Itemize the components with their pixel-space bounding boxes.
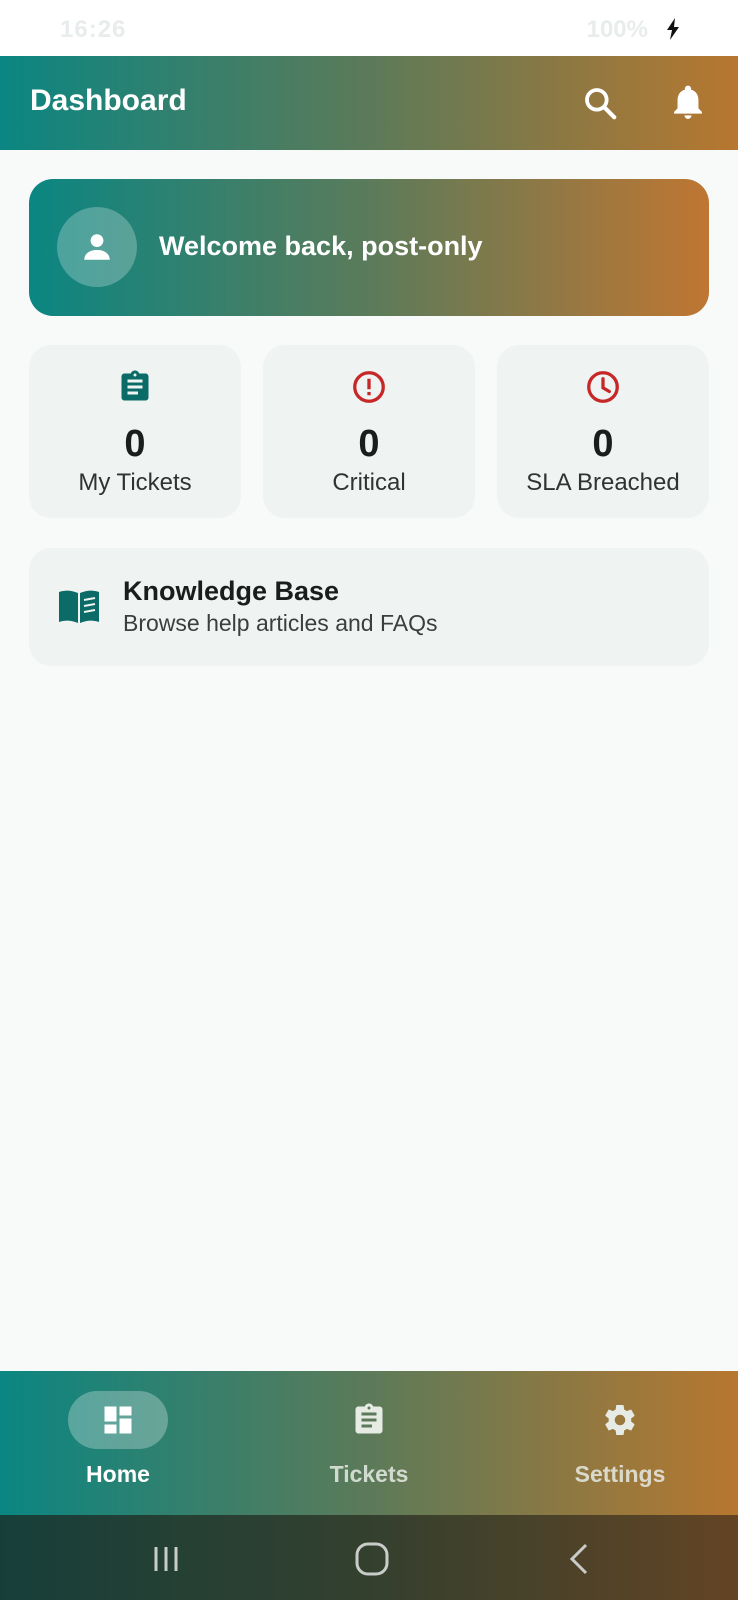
status-time: 16:26 — [60, 16, 127, 43]
back-chevron-icon — [569, 1543, 588, 1575]
knowledge-base-title: Knowledge Base — [123, 576, 340, 606]
recent-apps-button[interactable] — [144, 1537, 188, 1581]
clipboard-icon — [121, 370, 149, 401]
nav-label: Settings — [574, 1461, 666, 1487]
clipboard-icon — [355, 1403, 383, 1434]
bottom-nav: Home Tickets Settings — [0, 1371, 738, 1515]
recent-apps-icon — [154, 1547, 178, 1571]
avatar — [57, 207, 137, 287]
nav-pill — [319, 1391, 419, 1449]
status-battery: 100% — [586, 16, 648, 43]
app-bar: Dashboard — [0, 56, 738, 150]
nav-pill — [68, 1391, 168, 1449]
home-circle-icon — [355, 1542, 389, 1576]
nav-label: Tickets — [329, 1461, 409, 1487]
book-icon — [59, 590, 99, 623]
nav-label: Home — [86, 1461, 150, 1487]
nav-item-settings[interactable]: Settings — [520, 1391, 720, 1501]
status-bar: 16:26 100% — [0, 0, 738, 56]
search-button[interactable] — [578, 81, 622, 125]
system-nav-bar — [0, 1515, 738, 1600]
stat-card-my-tickets[interactable]: 0 My Tickets — [29, 345, 241, 518]
nav-item-home[interactable]: Home — [18, 1391, 218, 1501]
stat-card-sla-breached[interactable]: 0 SLA Breached — [497, 345, 709, 518]
gear-icon — [605, 1405, 635, 1435]
welcome-card: Welcome back, post-only — [29, 179, 709, 316]
back-button[interactable] — [558, 1537, 602, 1581]
clock-icon — [587, 371, 619, 403]
stat-value: 0 — [592, 423, 614, 465]
notifications-button[interactable] — [666, 81, 710, 125]
charging-icon — [667, 18, 679, 40]
stat-card-critical[interactable]: 0 Critical — [263, 345, 475, 518]
stat-label: My Tickets — [78, 469, 192, 496]
alert-circle-icon — [353, 371, 385, 403]
nav-item-tickets[interactable]: Tickets — [269, 1391, 469, 1501]
stat-value: 0 — [124, 423, 146, 465]
search-icon — [585, 88, 617, 120]
stat-label: Critical — [332, 469, 406, 496]
stat-value: 0 — [358, 423, 380, 465]
person-icon — [84, 234, 110, 260]
knowledge-base-subtitle: Browse help articles and FAQs — [123, 610, 438, 636]
nav-pill — [570, 1391, 670, 1449]
home-button[interactable] — [350, 1537, 394, 1581]
stat-label: SLA Breached — [526, 469, 680, 496]
knowledge-base-card[interactable]: Knowledge Base Browse help articles and … — [29, 548, 709, 666]
dashboard-icon — [104, 1406, 132, 1434]
welcome-message: Welcome back, post-only — [159, 231, 483, 261]
page-title: Dashboard — [30, 84, 187, 117]
bell-icon — [674, 85, 702, 119]
